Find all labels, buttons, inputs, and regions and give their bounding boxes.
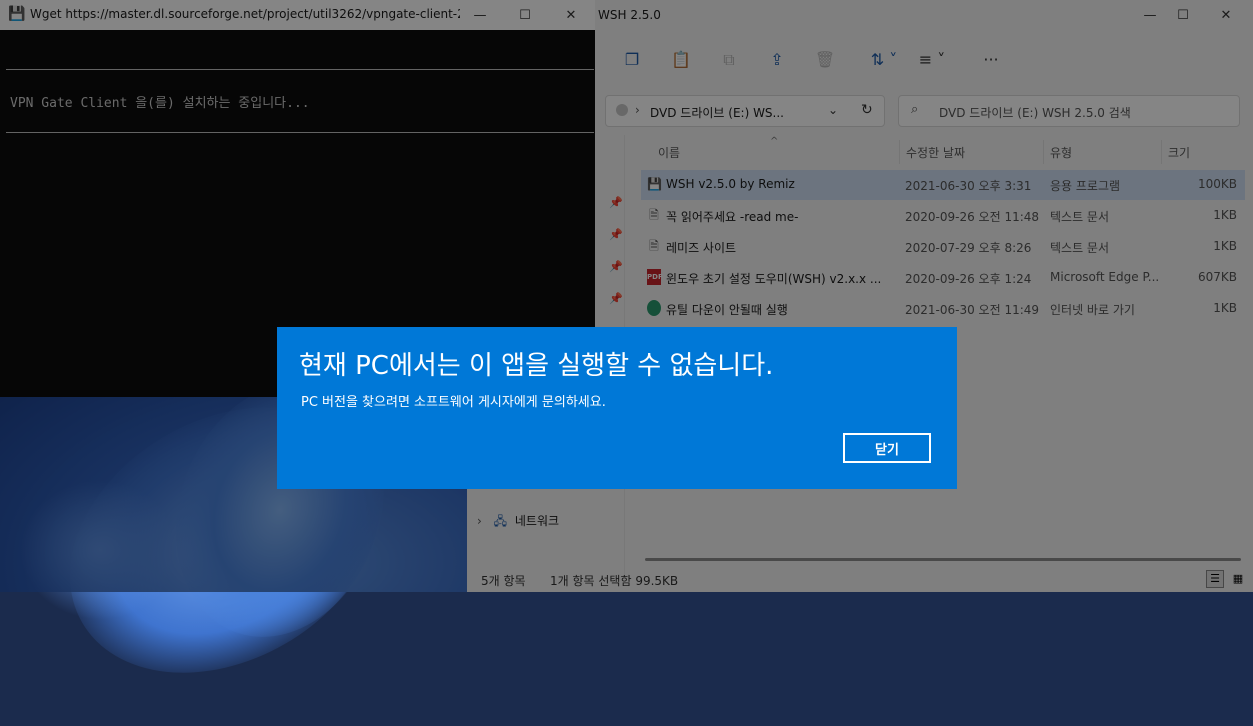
app-cannot-run-dialog: 현재 PC에서는 이 앱을 실행할 수 없습니다. PC 버전을 찾으려면 소프… <box>277 327 957 489</box>
dialog-title: 현재 PC에서는 이 앱을 실행할 수 없습니다. <box>299 351 774 381</box>
dialog-message: PC 버전을 찾으려면 소프트웨어 게시자에게 문의하세요. <box>301 395 606 410</box>
close-dialog-button[interactable]: 닫기 <box>843 433 931 463</box>
modal-backdrop <box>0 0 1253 592</box>
